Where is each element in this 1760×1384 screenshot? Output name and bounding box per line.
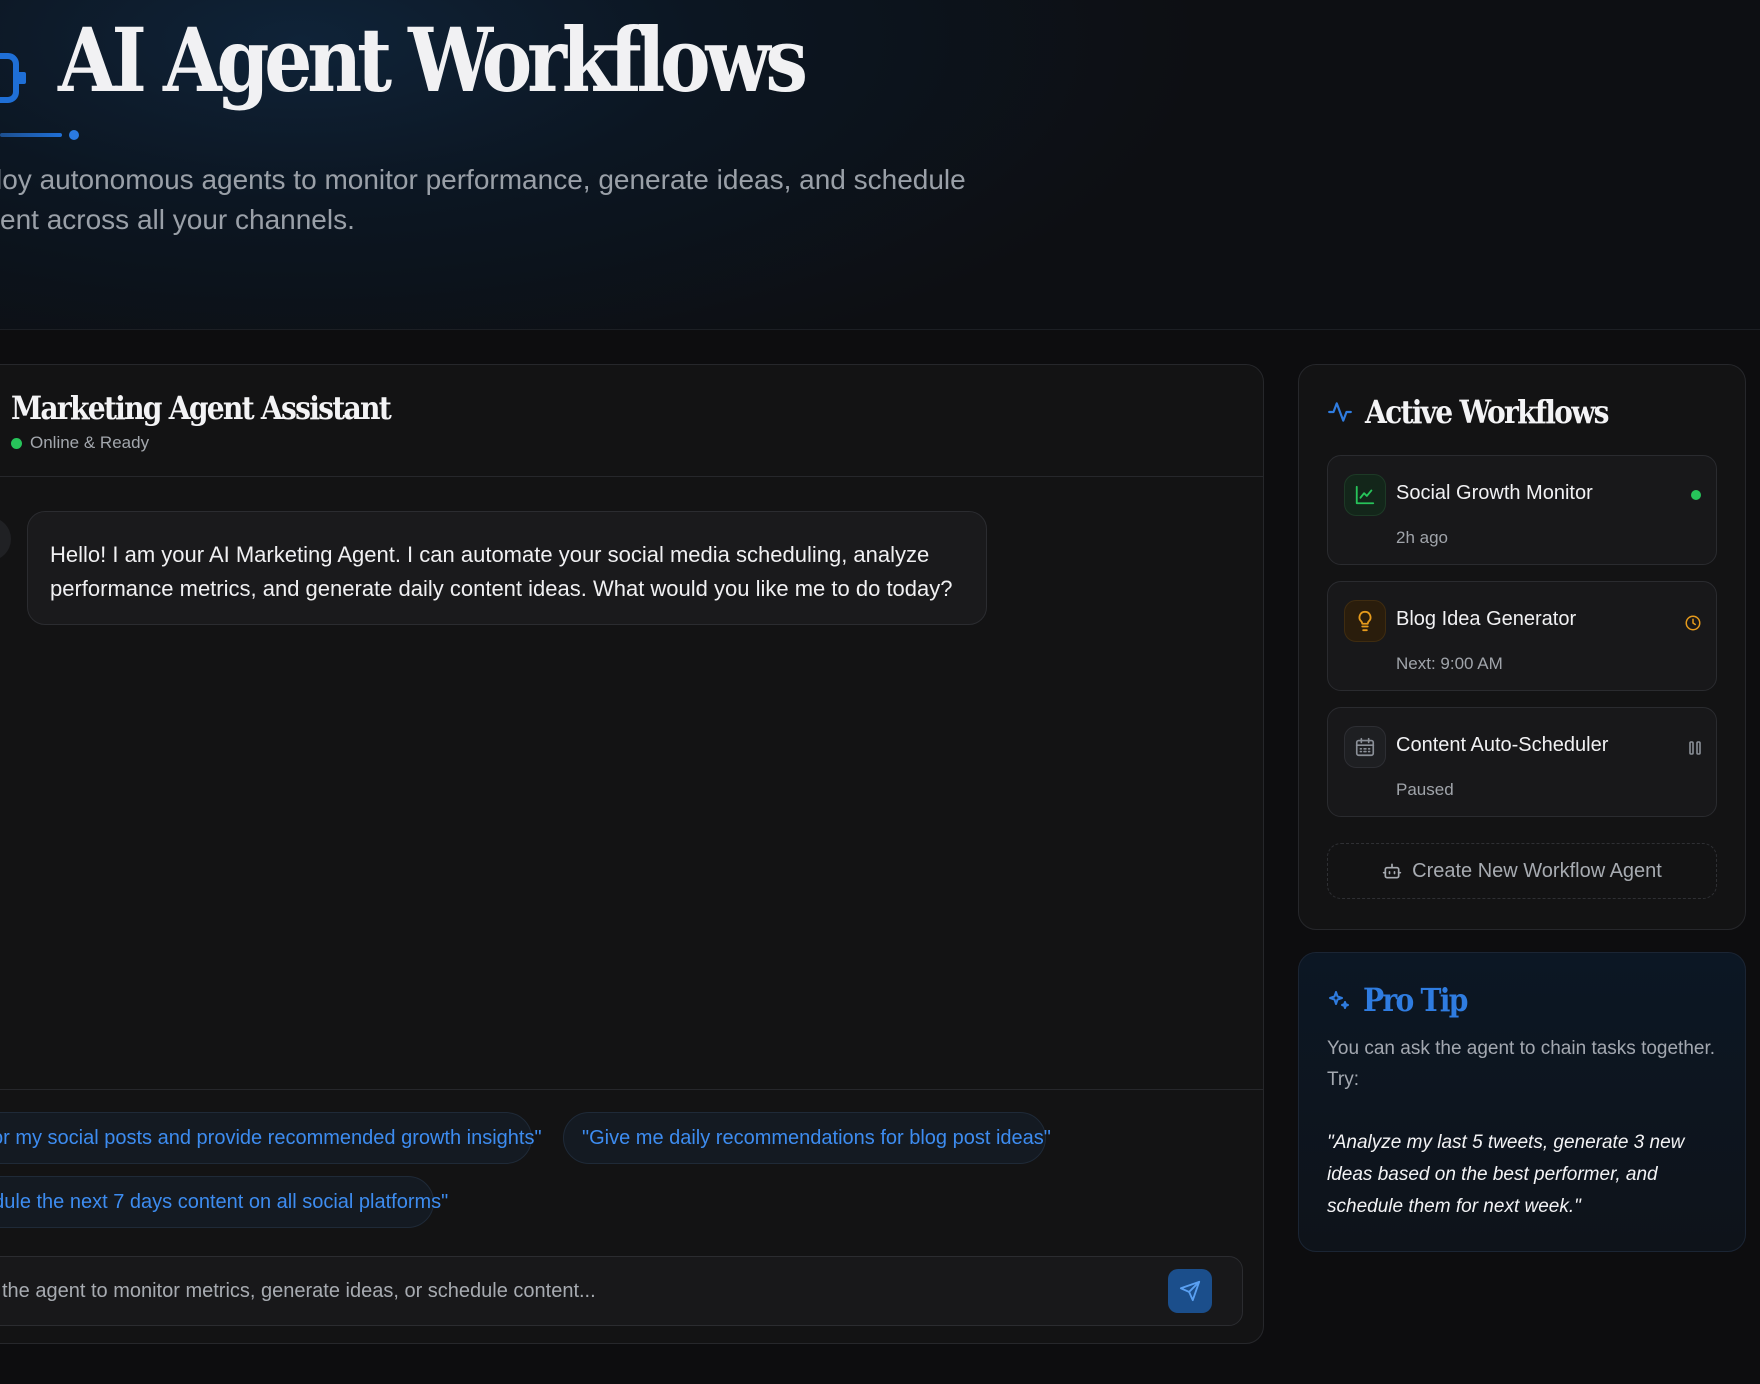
send-icon bbox=[1179, 1280, 1201, 1302]
workflow-card-blog-idea[interactable]: Blog Idea Generator Next: 9:00 AM bbox=[1327, 581, 1717, 691]
suggestion-chip-blog-ideas[interactable]: "Give me daily recommendations for blog … bbox=[563, 1112, 1051, 1164]
trend-chart-icon bbox=[1344, 474, 1386, 516]
page-header: AI Agent Workflows loy autonomous agents… bbox=[0, 0, 1760, 330]
online-status-dot bbox=[11, 437, 22, 449]
agent-message-bubble: Hello! I am your AI Marketing Agent. I c… bbox=[27, 511, 987, 625]
send-button[interactable] bbox=[1168, 1269, 1212, 1313]
workflow-name: Blog Idea Generator bbox=[1396, 608, 1577, 630]
workflows-header: Active Workflows bbox=[1327, 393, 1641, 431]
chat-panel: Marketing Agent Assistant Online & Ready… bbox=[0, 364, 1264, 1344]
workflow-name: Content Auto-Scheduler bbox=[1396, 734, 1609, 756]
suggestions-area: itor my social posts and provide recomme… bbox=[0, 1089, 1263, 1343]
active-workflows-panel: Active Workflows Social Growth Monitor 2… bbox=[1298, 364, 1746, 930]
pro-tip-panel: Pro Tip You can ask the agent to chain t… bbox=[1298, 952, 1746, 1252]
sparkles-icon bbox=[1329, 991, 1349, 1009]
chat-input-box bbox=[0, 1256, 1243, 1326]
title-underline-dot bbox=[69, 130, 79, 140]
robot-icon bbox=[1382, 863, 1402, 879]
title-underline bbox=[0, 133, 62, 137]
suggestion-chip-monitor[interactable]: itor my social posts and provide recomme… bbox=[0, 1112, 542, 1164]
workflow-meta: Next: 9:00 AM bbox=[1396, 654, 1503, 673]
workflow-meta: 2h ago bbox=[1396, 528, 1448, 547]
create-workflow-label: Create New Workflow Agent bbox=[1412, 859, 1662, 882]
pro-tip-header: Pro Tip bbox=[1327, 981, 1481, 1019]
pause-icon bbox=[1688, 740, 1702, 761]
workflow-card-social-growth[interactable]: Social Growth Monitor 2h ago bbox=[1327, 455, 1717, 565]
agent-status: Online & Ready bbox=[11, 433, 149, 453]
activity-icon bbox=[1328, 402, 1352, 422]
pro-tip-title: Pro Tip bbox=[1363, 981, 1468, 1019]
status-text: Online & Ready bbox=[30, 433, 150, 452]
workflows-title: Active Workflows bbox=[1365, 393, 1610, 431]
chat-input[interactable] bbox=[2, 1257, 1142, 1325]
create-workflow-button[interactable]: Create New Workflow Agent bbox=[1327, 843, 1717, 899]
page-title: AI Agent Workflows bbox=[58, 8, 808, 112]
chat-title: Marketing Agent Assistant bbox=[11, 389, 392, 427]
suggestion-chip-schedule[interactable]: edule the next 7 days content on all soc… bbox=[0, 1176, 448, 1228]
chat-header: Marketing Agent Assistant Online & Ready bbox=[0, 365, 1263, 477]
agent-avatar bbox=[0, 517, 11, 561]
workflow-card-auto-scheduler[interactable]: Content Auto-Scheduler Paused bbox=[1327, 707, 1717, 817]
lightbulb-icon bbox=[1344, 600, 1386, 642]
workflow-meta: Paused bbox=[1396, 780, 1454, 799]
active-status-dot bbox=[1690, 488, 1702, 506]
workflow-logo-icon bbox=[0, 53, 26, 103]
clock-icon bbox=[1684, 614, 1702, 637]
workflow-name: Social Growth Monitor bbox=[1396, 482, 1593, 504]
pro-tip-example: "Analyze my last 5 tweets, generate 3 ne… bbox=[1327, 1132, 1685, 1217]
calendar-icon bbox=[1344, 726, 1386, 768]
pro-tip-body: You can ask the agent to chain tasks tog… bbox=[1327, 1038, 1716, 1090]
page-subtitle: loy autonomous agents to monitor perform… bbox=[0, 164, 966, 235]
